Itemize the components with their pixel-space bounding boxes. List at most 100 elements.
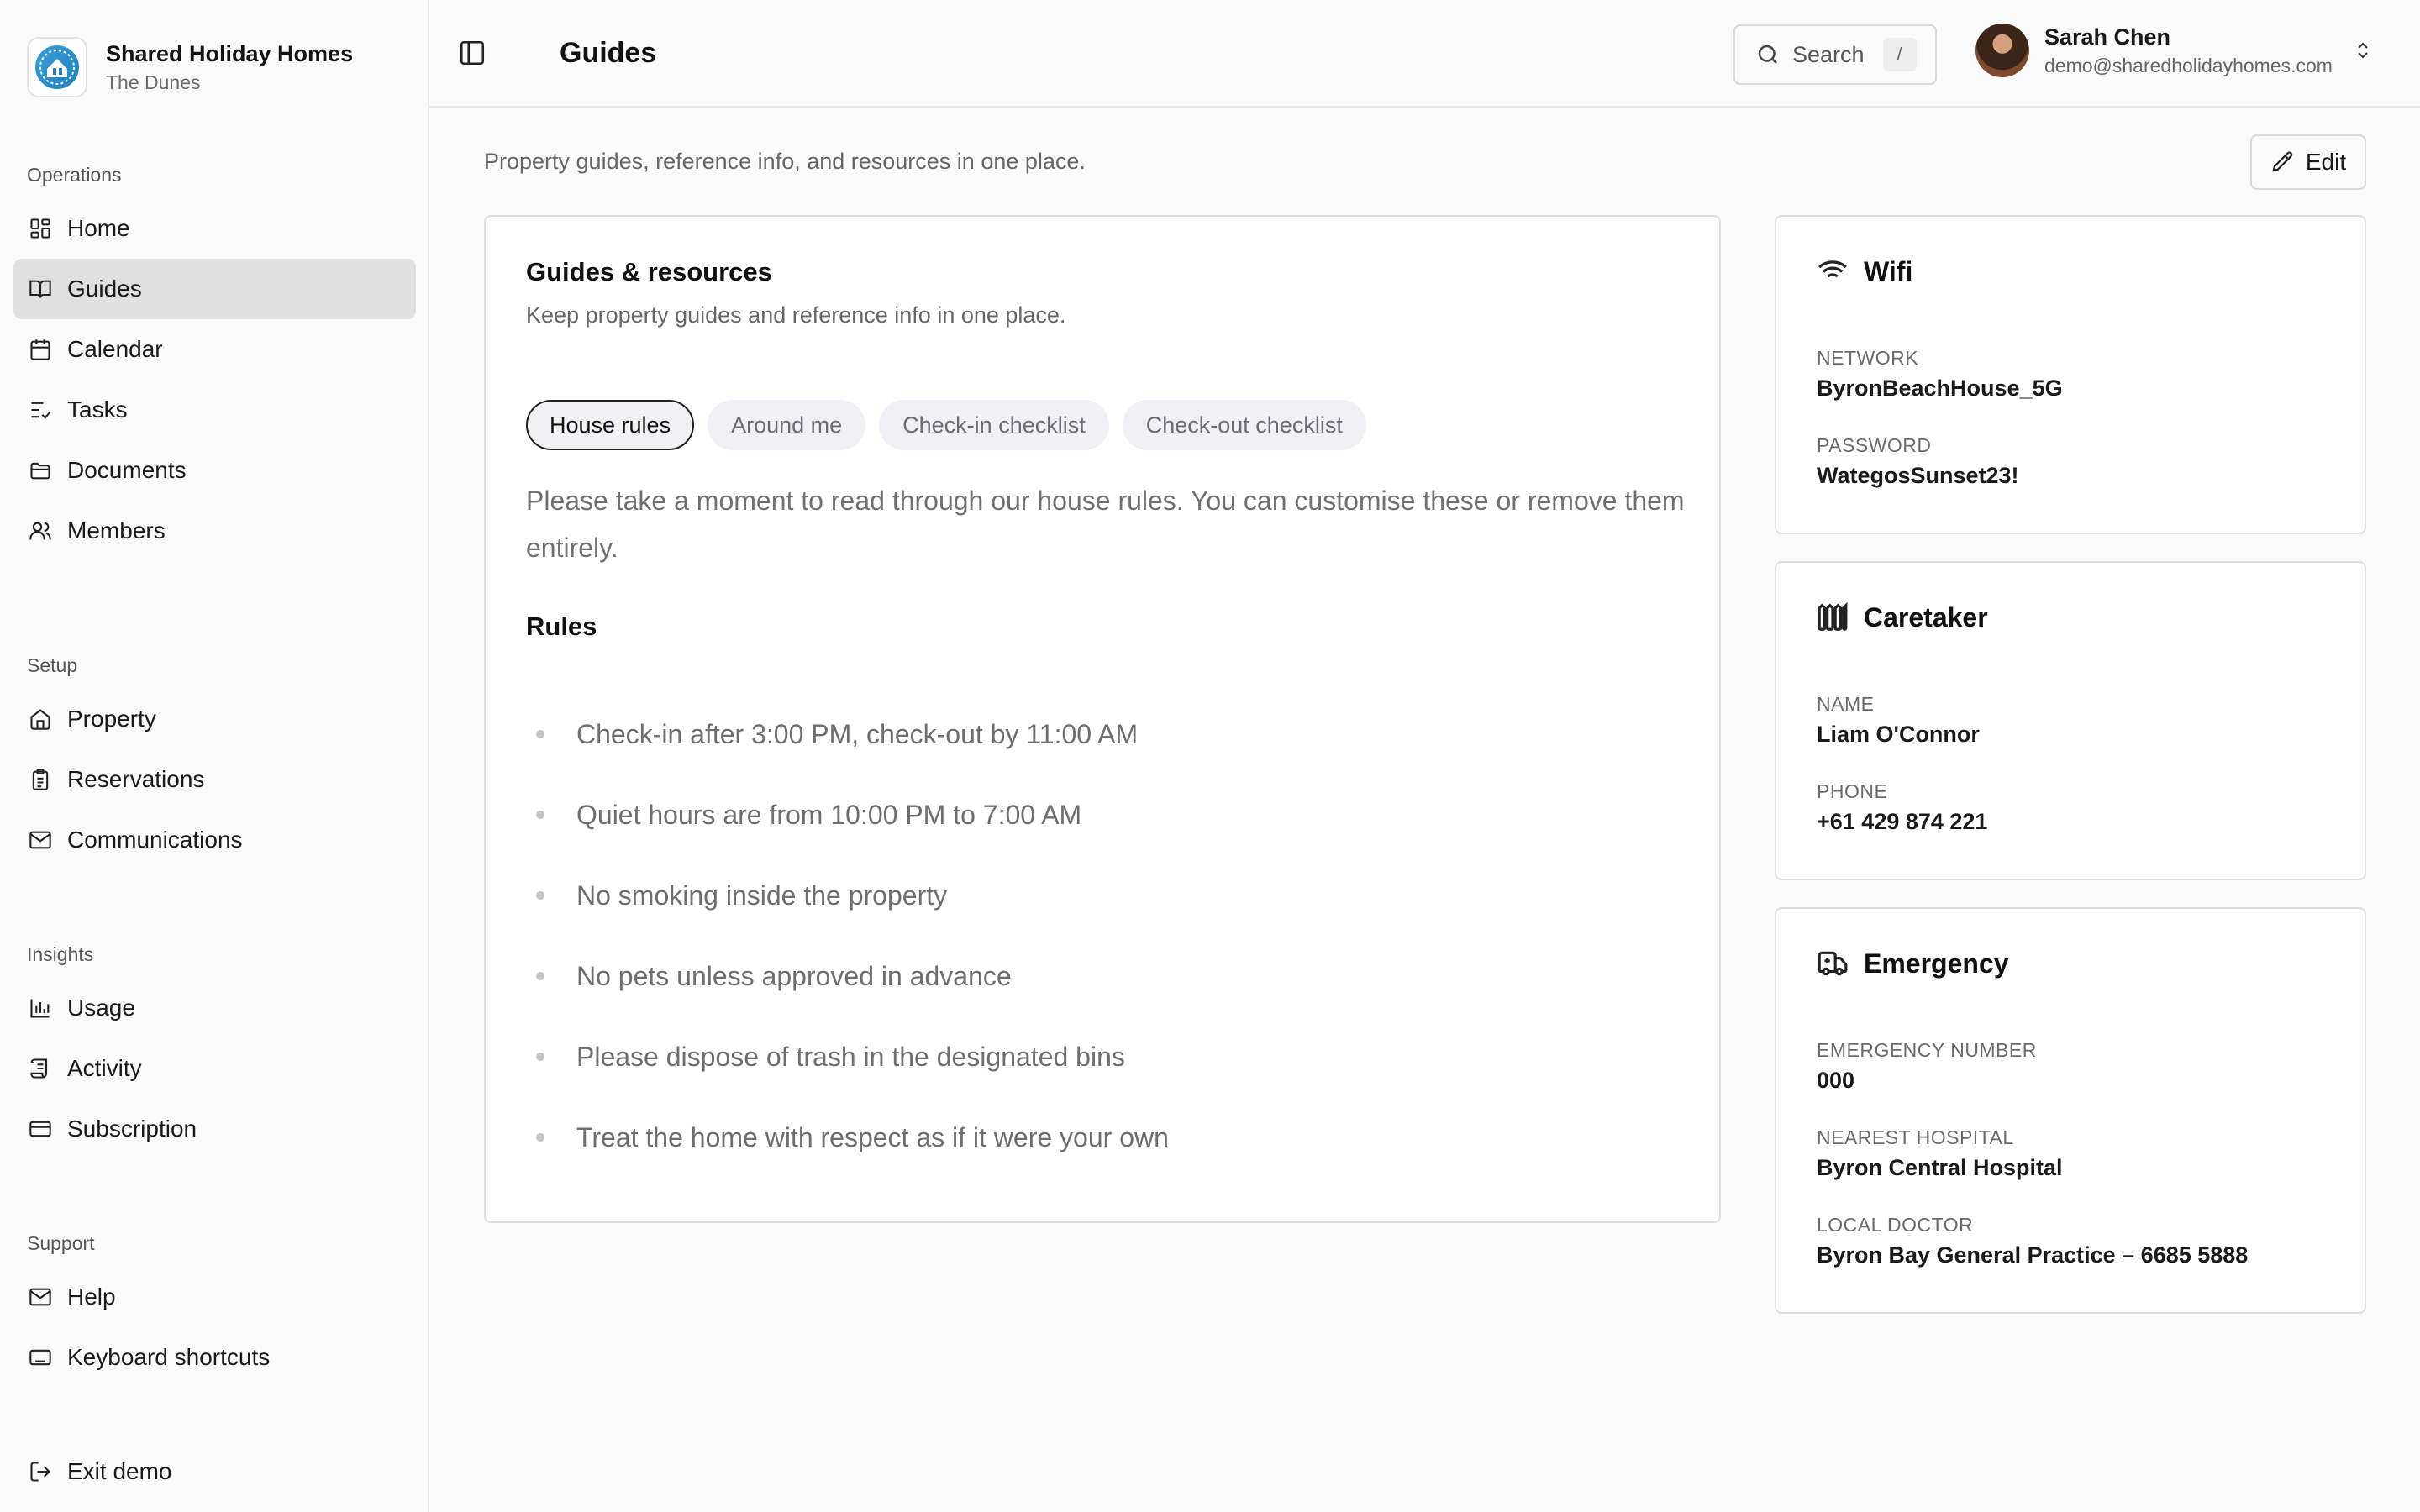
- bullet: [536, 811, 544, 819]
- sidebar-item-tasks[interactable]: Tasks: [13, 380, 416, 440]
- sidebar-item-label: Subscription: [67, 1116, 197, 1142]
- sidebar-item-documents[interactable]: Documents: [13, 440, 416, 501]
- nav-heading: Support: [27, 1232, 95, 1254]
- sidebar-item-label: Property: [67, 706, 156, 732]
- exit-demo-label: Exit demo: [67, 1458, 172, 1484]
- search-label: Search: [1792, 41, 1865, 67]
- guides-card: Guides & resources Keep property guides …: [484, 215, 1721, 1223]
- user-name: Sarah Chen: [2044, 24, 2171, 50]
- list-item: No pets unless approved in advance: [526, 936, 1169, 1016]
- sidebar-item-activity[interactable]: Activity: [13, 1038, 416, 1099]
- list-item: Quiet hours are from 10:00 PM to 7:00 AM: [526, 774, 1169, 855]
- sidebar-item-label: Guides: [67, 276, 142, 302]
- field-label: LOCAL DOCTOR: [1817, 1214, 1974, 1236]
- sidebar-toggle-button[interactable]: [458, 39, 488, 69]
- nav-section-operations: Operations Home Guides Calendar Tasks Do…: [0, 158, 429, 561]
- top-bar: Guides Search / Sarah Chen demo@sharedho…: [429, 0, 2420, 108]
- rule-text: Please dispose of trash in the designate…: [576, 1041, 1125, 1072]
- dashboard-icon: [27, 215, 54, 242]
- nav-heading: Insights: [27, 943, 94, 965]
- mail-icon: [27, 1284, 54, 1310]
- pencil-icon: [2270, 150, 2296, 175]
- sidebar-item-label: Tasks: [67, 396, 128, 423]
- sidebar-item-reservations[interactable]: Reservations: [13, 749, 416, 810]
- field-label: NAME: [1817, 693, 1875, 715]
- calendar-icon: [27, 336, 54, 363]
- caretaker-name-field: NAME Liam O'Connor: [1817, 690, 1980, 751]
- rule-text: Check-in after 3:00 PM, check-out by 11:…: [576, 718, 1139, 749]
- wifi-network-value: ByronBeachHouse_5G: [1817, 375, 2063, 401]
- book-icon: [27, 276, 54, 302]
- brand-logo-icon: [27, 37, 87, 97]
- sidebar-item-label: Members: [67, 517, 166, 543]
- guides-title: Guides & resources: [526, 257, 772, 286]
- field-label: PASSWORD: [1817, 434, 1932, 456]
- caretaker-title: Caretaker: [1864, 601, 1988, 633]
- field-label: EMERGENCY NUMBER: [1817, 1039, 2037, 1061]
- sidebar-item-subscription[interactable]: Subscription: [13, 1099, 416, 1159]
- local-doctor-value: Byron Bay General Practice – 6685 5888: [1817, 1242, 2249, 1268]
- sidebar-item-label: Calendar: [67, 336, 163, 362]
- wifi-password-value: WategosSunset23!: [1817, 463, 2019, 488]
- sidebar-item-help[interactable]: Help: [13, 1267, 416, 1327]
- sidebar-item-property[interactable]: Property: [13, 689, 416, 749]
- rules-list: Check-in after 3:00 PM, check-out by 11:…: [526, 694, 1169, 1178]
- list-item: Please dispose of trash in the designate…: [526, 1016, 1169, 1097]
- tasks-icon: [27, 396, 54, 423]
- sidebar-item-usage[interactable]: Usage: [13, 978, 416, 1038]
- sidebar-item-label: Help: [67, 1284, 116, 1310]
- panel-left-icon: [458, 39, 488, 67]
- property-name: The Dunes: [106, 71, 201, 93]
- bullet: [536, 1053, 544, 1061]
- rule-text: Quiet hours are from 10:00 PM to 7:00 AM: [576, 799, 1082, 830]
- wifi-network-field: NETWORK ByronBeachHouse_5G: [1817, 344, 2063, 405]
- tab-check-in-checklist[interactable]: Check-in checklist: [879, 400, 1109, 450]
- avatar: [1975, 24, 2029, 77]
- tab-house-rules[interactable]: House rules: [526, 400, 695, 450]
- sidebar-item-communications[interactable]: Communications: [13, 810, 416, 870]
- tab-around-me[interactable]: Around me: [708, 400, 866, 450]
- house-rules-intro: Please take a moment to read through our…: [526, 486, 1685, 563]
- edit-button[interactable]: Edit: [2250, 134, 2366, 190]
- search-shortcut-key: /: [1882, 38, 1917, 71]
- exit-demo-button[interactable]: Exit demo: [13, 1441, 416, 1502]
- guides-description: Keep property guides and reference info …: [526, 302, 1066, 328]
- rule-text: No smoking inside the property: [576, 879, 948, 911]
- nav-section-setup: Setup Property Reservations Communicatio…: [0, 648, 429, 870]
- tab-check-out-checklist[interactable]: Check-out checklist: [1122, 400, 1366, 450]
- page-subtitle: Property guides, reference info, and res…: [484, 149, 1086, 174]
- guide-tabs: House rules Around me Check-in checklist…: [526, 400, 1380, 450]
- ambulance-icon: [1817, 948, 1849, 979]
- nearest-hospital-value: Byron Central Hospital: [1817, 1155, 2063, 1180]
- wifi-title: Wifi: [1864, 255, 1913, 286]
- list-item: No smoking inside the property: [526, 855, 1169, 936]
- sidebar-item-label: Reservations: [67, 766, 205, 792]
- brand[interactable]: Shared Holiday Homes The Dunes: [27, 37, 353, 97]
- sidebar-item-keyboard-shortcuts[interactable]: Keyboard shortcuts: [13, 1327, 416, 1388]
- fence-icon: [1817, 601, 1849, 633]
- sidebar-item-label: Communications: [67, 827, 243, 853]
- rule-text: No pets unless approved in advance: [576, 960, 1012, 991]
- sidebar-item-calendar[interactable]: Calendar: [13, 319, 416, 380]
- emergency-number-field: EMERGENCY NUMBER 000: [1817, 1037, 2037, 1097]
- bullet: [536, 1133, 544, 1142]
- sidebar-item-home[interactable]: Home: [13, 198, 416, 259]
- keyboard-icon: [27, 1344, 54, 1371]
- nav-section-support: Support Help Keyboard shortcuts: [0, 1226, 429, 1388]
- folder-icon: [27, 457, 54, 484]
- edit-label: Edit: [2305, 149, 2347, 175]
- brand-name: Shared Holiday Homes: [106, 41, 354, 66]
- sidebar-item-members[interactable]: Members: [13, 501, 416, 561]
- search-button[interactable]: Search /: [1733, 24, 1937, 85]
- emergency-card: Emergency EMERGENCY NUMBER 000 NEAREST H…: [1775, 907, 2366, 1314]
- caretaker-card: Caretaker NAME Liam O'Connor PHONE +61 4…: [1775, 561, 2366, 880]
- user-menu[interactable]: Sarah Chen demo@sharedholidayhomes.com: [1975, 22, 2373, 79]
- scroll-icon: [27, 1055, 54, 1082]
- emergency-title: Emergency: [1864, 948, 2009, 979]
- caretaker-phone-field: PHONE +61 429 874 221: [1817, 778, 1987, 838]
- wifi-icon: [1817, 255, 1849, 287]
- field-label: NEAREST HOSPITAL: [1817, 1126, 2014, 1148]
- nav-section-insights: Insights Usage Activity Subscription: [0, 937, 429, 1159]
- sidebar-item-guides[interactable]: Guides: [13, 259, 416, 319]
- rules-heading: Rules: [526, 612, 597, 641]
